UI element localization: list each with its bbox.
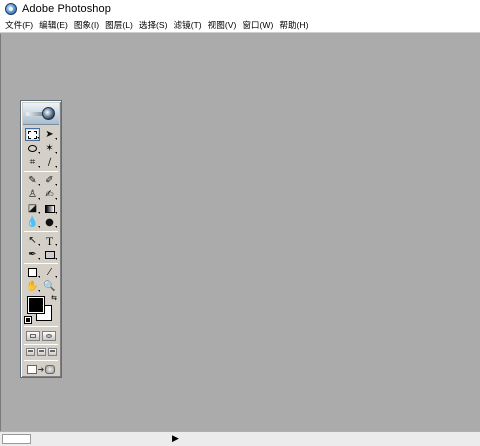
toolbox-separator: [24, 263, 58, 264]
title-bar: Adobe Photoshop: [0, 0, 480, 18]
blur-tool[interactable]: 💧: [25, 216, 40, 229]
eraser-tool[interactable]: ◪: [25, 202, 40, 215]
slice-icon: ∕: [47, 156, 52, 168]
rectangle-tool[interactable]: [42, 248, 57, 261]
eraser-icon: ◪: [27, 202, 38, 214]
move-arrow-icon: ➤: [45, 128, 54, 140]
default-colors-icon[interactable]: [24, 316, 32, 324]
lasso-tool[interactable]: [25, 142, 40, 155]
menu-file[interactable]: 文件(F): [3, 19, 37, 31]
menu-image[interactable]: 图象(I): [72, 19, 103, 31]
bandage-icon: ✎: [28, 174, 37, 186]
adobe-eye-logo-icon[interactable]: [26, 106, 56, 121]
toolbox-palette: ➤ ✶ ⌗ ∕ ✎ ✐ ♙ ✍ ◪ 💧 ● ↖ T ✒ ⁄ ✋ 🔍 ⇆ ➜: [20, 100, 62, 378]
imageready-icon: [45, 364, 56, 374]
crop-icon: ⌗: [29, 156, 36, 168]
stamp-icon: ♙: [28, 188, 37, 200]
hand-icon: ✋: [26, 280, 39, 292]
drop-icon: 💧: [26, 216, 39, 228]
color-swatches: ⇆: [24, 295, 57, 324]
menu-help[interactable]: 帮助(H): [277, 19, 312, 31]
pen-icon: ✒: [28, 248, 37, 260]
toolbox-separator: [24, 171, 58, 172]
magic-wand-tool[interactable]: ✶: [42, 142, 57, 155]
rectangular-marquee-tool[interactable]: [25, 128, 40, 141]
arrow-icon: ↖: [28, 234, 37, 246]
jump-to-imageready-button[interactable]: ➜: [26, 363, 56, 375]
workspace[interactable]: [0, 34, 480, 431]
quick-mask-mode-button[interactable]: [42, 331, 56, 341]
move-tool[interactable]: ➤: [42, 128, 57, 141]
swap-colors-icon[interactable]: ⇆: [51, 295, 57, 302]
type-tool[interactable]: T: [42, 234, 57, 247]
menu-select[interactable]: 选择(S): [137, 19, 172, 31]
screen-mode-icon: [39, 350, 44, 352]
hand-tool[interactable]: ✋: [25, 280, 40, 293]
pen-tool[interactable]: ✒: [25, 248, 40, 261]
magic-wand-icon: ✶: [45, 142, 54, 154]
marquee-icon: [28, 130, 37, 139]
menu-edit[interactable]: 编辑(E): [37, 19, 72, 31]
standard-mode-icon: [30, 334, 36, 338]
toolbox-separator: [24, 344, 58, 345]
quick-mask-icon: [46, 334, 52, 338]
history-brush-tool[interactable]: ✍: [42, 188, 57, 201]
menu-bar: 文件(F) 编辑(E) 图象(I) 图层(L) 选择(S) 滤镜(T) 视图(V…: [0, 18, 480, 33]
type-icon: T: [45, 233, 54, 248]
toolbox-header[interactable]: [23, 103, 59, 125]
photoshop-eye-icon[interactable]: [5, 3, 17, 15]
brush-tool[interactable]: ✐: [42, 174, 57, 187]
notes-tool[interactable]: [25, 266, 40, 279]
eyedropper-icon: ⁄: [48, 266, 51, 278]
zoom-level-field[interactable]: [2, 434, 31, 444]
menu-layer[interactable]: 图层(L): [103, 19, 137, 31]
toolbox-separator: [24, 231, 58, 232]
dodge-icon: ●: [45, 216, 54, 228]
slice-tool[interactable]: ∕: [42, 156, 57, 169]
full-screen-menu-mode-button[interactable]: [37, 348, 46, 356]
lasso-icon: [28, 145, 37, 152]
zoom-tool[interactable]: 🔍: [42, 280, 57, 293]
dodge-tool[interactable]: ●: [42, 216, 57, 229]
crop-tool[interactable]: ⌗: [25, 156, 40, 169]
standard-screen-mode-button[interactable]: [26, 348, 35, 356]
window-title: Adobe Photoshop: [22, 3, 111, 15]
gradient-tool[interactable]: [42, 202, 57, 215]
menu-view[interactable]: 视图(V): [206, 19, 241, 31]
jump-arrow-icon: ➜: [37, 364, 45, 374]
toolbox-separator: [24, 326, 58, 327]
history-brush-icon: ✍: [45, 188, 54, 200]
document-icon: [26, 364, 37, 374]
foreground-color-swatch[interactable]: [27, 296, 45, 314]
screen-mode-icon: [50, 350, 55, 352]
eyedropper-tool[interactable]: ⁄: [42, 266, 57, 279]
toolbox-separator: [24, 360, 58, 361]
full-screen-mode-button[interactable]: [48, 348, 57, 356]
rectangle-shape-icon: [44, 250, 55, 259]
screen-mode-icon: [28, 350, 33, 352]
standard-mode-button[interactable]: [26, 331, 40, 341]
menu-window[interactable]: 窗口(W): [240, 19, 277, 31]
triangle-right-icon[interactable]: ▶: [172, 433, 179, 445]
magnifier-icon: 🔍: [43, 280, 56, 292]
path-selection-tool[interactable]: ↖: [25, 234, 40, 247]
gradient-icon: [44, 204, 55, 213]
menu-filter[interactable]: 滤镜(T): [172, 19, 206, 31]
clone-stamp-tool[interactable]: ♙: [25, 188, 40, 201]
healing-brush-tool[interactable]: ✎: [25, 174, 40, 187]
note-icon: [28, 268, 37, 277]
status-bar: ▶: [0, 431, 480, 446]
brush-icon: ✐: [45, 174, 54, 186]
